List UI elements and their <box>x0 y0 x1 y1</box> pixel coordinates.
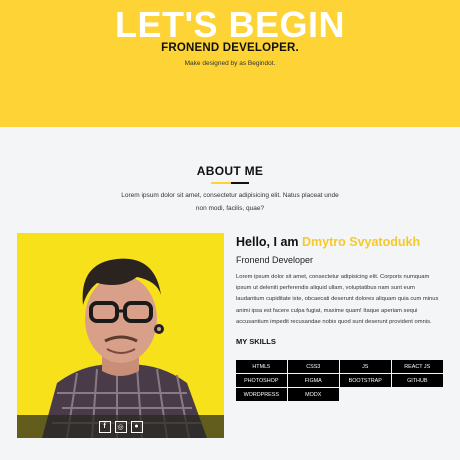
profile-bio: Lorem ipsum dolor sit amet, consectetur … <box>236 274 439 325</box>
greeting-text: Hello, I am <box>236 235 302 249</box>
skill-badge: JS <box>340 360 391 373</box>
hero-credit: Make designed by as Begindot. <box>184 60 276 67</box>
skill-badge: WORDPRESS <box>236 388 287 401</box>
skill-badge: HTML5 <box>236 360 287 373</box>
profile-name: Dmytro Svyatodukh <box>302 235 421 249</box>
skills-grid: HTML5 CSS3 JS REACT JS PHOTOSHOP FIGMA B… <box>236 360 444 401</box>
heading-underline-accent <box>211 182 231 184</box>
about-description: Lorem ipsum dolor sit amet, consectetur … <box>121 192 339 212</box>
profile-greeting: Hello, I am Dmytro Svyatodukh <box>236 235 420 249</box>
profile-role: Fronend Developer <box>236 255 314 265</box>
hero-subtitle: FRONEND DEVELOPER. <box>161 42 299 54</box>
instagram-icon[interactable]: ◎ <box>114 420 127 433</box>
hero-section: LET'S BEGIN FRONEND DEVELOPER. Make desi… <box>0 0 460 127</box>
skill-badge: PHOTOSHOP <box>236 374 287 387</box>
facebook-icon[interactable]: f <box>98 420 111 433</box>
github-icon[interactable]: ● <box>130 420 143 433</box>
portrait-photo-icon <box>17 233 224 438</box>
skill-badge: FIGMA <box>288 374 339 387</box>
profile-photo: f ◎ ● <box>17 233 224 438</box>
social-links-bar: f ◎ ● <box>17 415 224 438</box>
hero-title: LET'S BEGIN <box>114 4 346 45</box>
skill-badge: BOOTSTRAP <box>340 374 391 387</box>
about-heading: ABOUT ME <box>196 164 264 178</box>
skill-badge: REACT JS <box>392 360 443 373</box>
skill-badge: MODX <box>288 388 339 401</box>
skill-badge: CSS3 <box>288 360 339 373</box>
skills-title: MY SKILLS <box>236 337 276 346</box>
skill-badge: GITHUB <box>392 374 443 387</box>
